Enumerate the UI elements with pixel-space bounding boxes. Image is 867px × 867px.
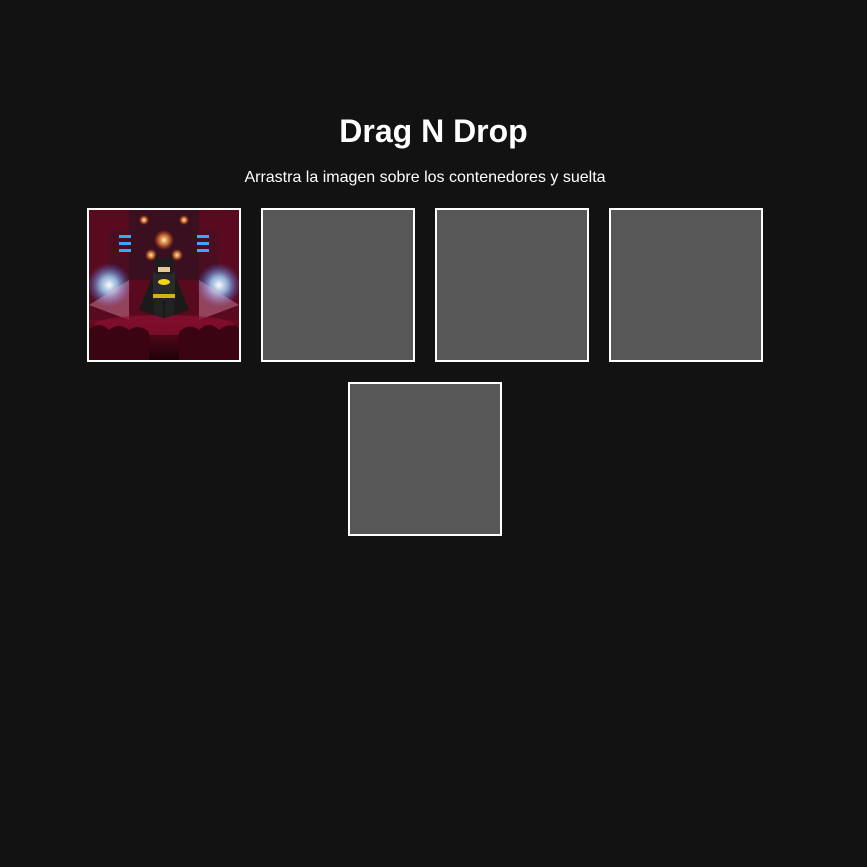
page-title: Drag N Drop (339, 113, 528, 149)
drop-container-5[interactable] (348, 382, 502, 536)
page-subtitle: Arrastra la imagen sobre los contenedore… (244, 169, 606, 186)
drop-container-1[interactable] (87, 208, 241, 362)
drop-container-3[interactable] (435, 208, 589, 362)
drop-container-2[interactable] (261, 208, 415, 362)
draggable-image[interactable] (89, 210, 239, 360)
page: Drag N Drop Arrastra la imagen sobre los… (0, 0, 867, 867)
drop-container-4[interactable] (609, 208, 763, 362)
batman-poster-image (89, 210, 239, 360)
